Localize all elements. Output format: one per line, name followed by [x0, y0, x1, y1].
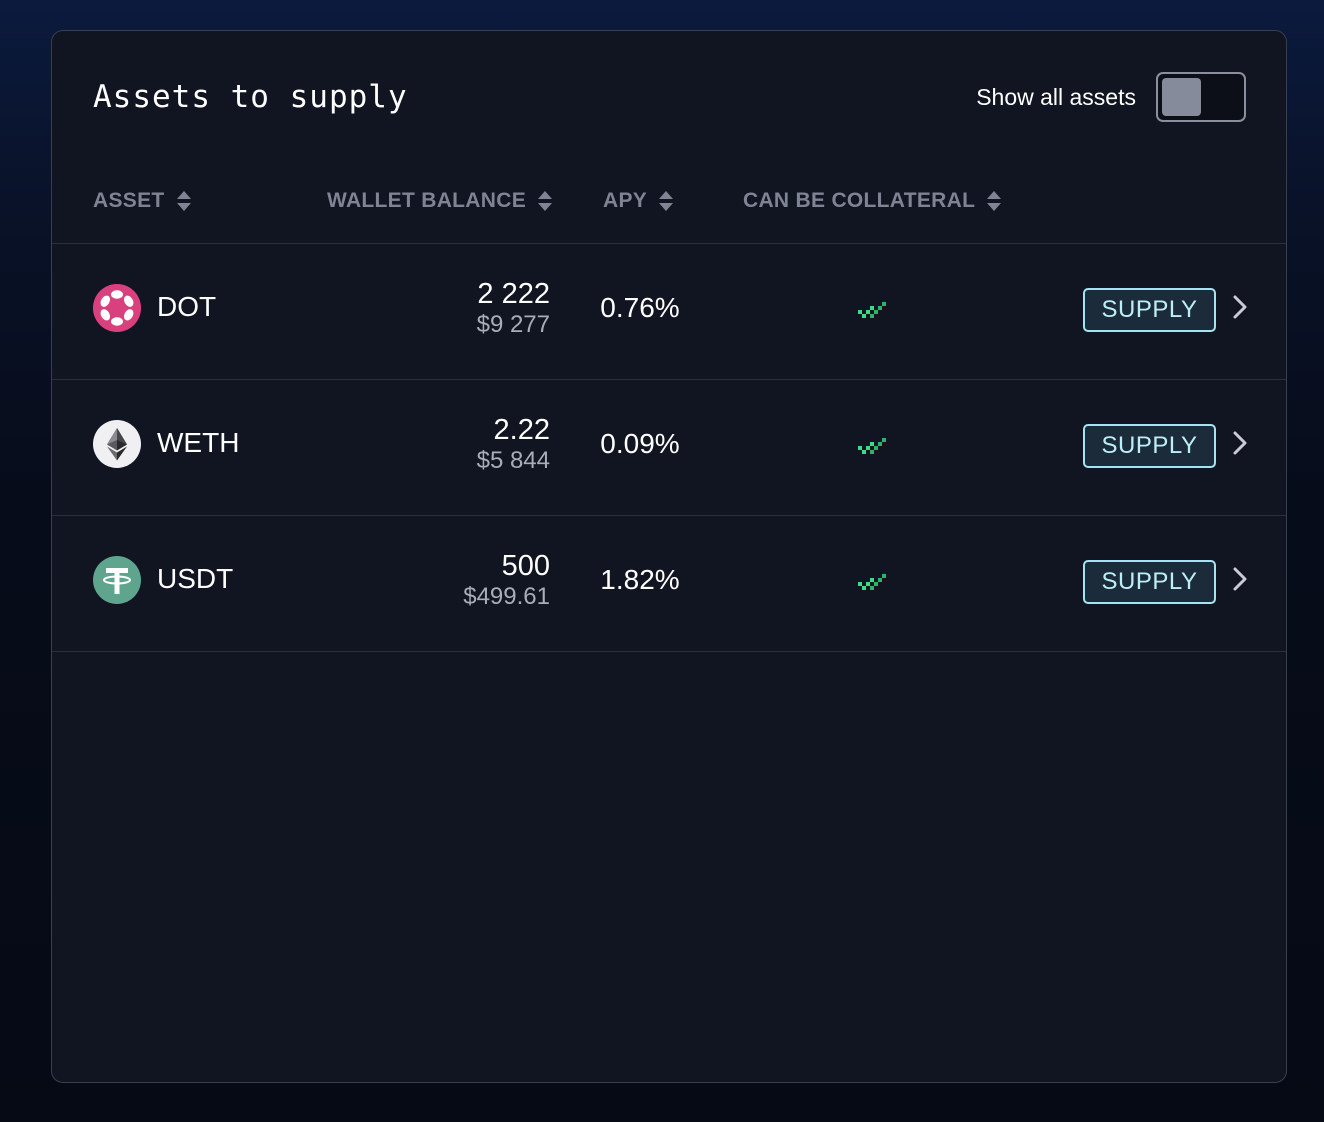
asset-symbol: DOT: [157, 291, 217, 322]
wallet-balance: 500 $499.61: [463, 550, 550, 612]
balance-amount: 2.22: [493, 414, 550, 446]
polkadot-icon: [93, 284, 141, 332]
column-header-asset[interactable]: ASSET: [93, 189, 191, 213]
tether-icon: [93, 556, 141, 604]
table-row[interactable]: WETH 2.22 $5 844 0.09% SUPPLY: [52, 380, 1286, 516]
assets-to-supply-panel: Assets to supply Show all assets ASSET W…: [51, 30, 1287, 1083]
sort-icon: [538, 191, 553, 211]
toggle-knob: [1162, 78, 1201, 116]
balance-usd: $499.61: [463, 583, 550, 610]
apy-value: 1.82%: [600, 564, 680, 595]
table-row[interactable]: DOT 2 222 $9 277 0.76% SUPPLY: [52, 244, 1286, 380]
apy-value: 0.09%: [600, 428, 680, 459]
supply-button[interactable]: SUPPLY: [1083, 560, 1216, 604]
double-check-icon: [858, 302, 886, 318]
asset-symbol: WETH: [157, 427, 240, 458]
apy-value: 0.76%: [600, 292, 680, 323]
table-header: ASSET WALLET BALANCE APY CAN BE COLLATER…: [52, 181, 1286, 244]
double-check-icon: [858, 438, 886, 454]
ethereum-icon: [93, 420, 141, 468]
double-check-icon: [858, 574, 886, 590]
panel-title: Assets to supply: [93, 79, 408, 115]
wallet-balance: 2.22 $5 844: [477, 414, 550, 476]
wallet-balance: 2 222 $9 277: [477, 278, 550, 340]
column-header-label: ASSET: [93, 189, 165, 212]
column-header-apy[interactable]: APY: [603, 189, 674, 213]
table-row[interactable]: USDT 500 $499.61 1.82% SUPPLY: [52, 516, 1286, 652]
asset-symbol: USDT: [157, 563, 234, 594]
column-header-label: WALLET BALANCE: [327, 189, 527, 212]
balance-amount: 2 222: [477, 278, 550, 310]
show-all-assets-control: Show all assets: [976, 72, 1246, 122]
chevron-right-icon[interactable]: [1232, 294, 1248, 320]
balance-usd: $9 277: [476, 311, 550, 338]
sort-icon: [176, 191, 191, 211]
supply-button[interactable]: SUPPLY: [1083, 288, 1216, 332]
column-header-can-be-collateral[interactable]: CAN BE COLLATERAL: [743, 189, 1002, 213]
balance-amount: 500: [501, 550, 550, 582]
balance-usd: $5 844: [476, 447, 550, 474]
sort-icon: [659, 191, 674, 211]
column-header-label: CAN BE COLLATERAL: [743, 189, 976, 212]
show-all-assets-label: Show all assets: [976, 83, 1136, 110]
show-all-assets-toggle[interactable]: [1156, 72, 1246, 122]
supply-button[interactable]: SUPPLY: [1083, 424, 1216, 468]
sort-icon: [987, 191, 1002, 211]
column-header-label: APY: [603, 189, 648, 212]
column-header-wallet-balance[interactable]: WALLET BALANCE: [327, 189, 553, 213]
chevron-right-icon[interactable]: [1232, 430, 1248, 456]
chevron-right-icon[interactable]: [1232, 566, 1248, 592]
